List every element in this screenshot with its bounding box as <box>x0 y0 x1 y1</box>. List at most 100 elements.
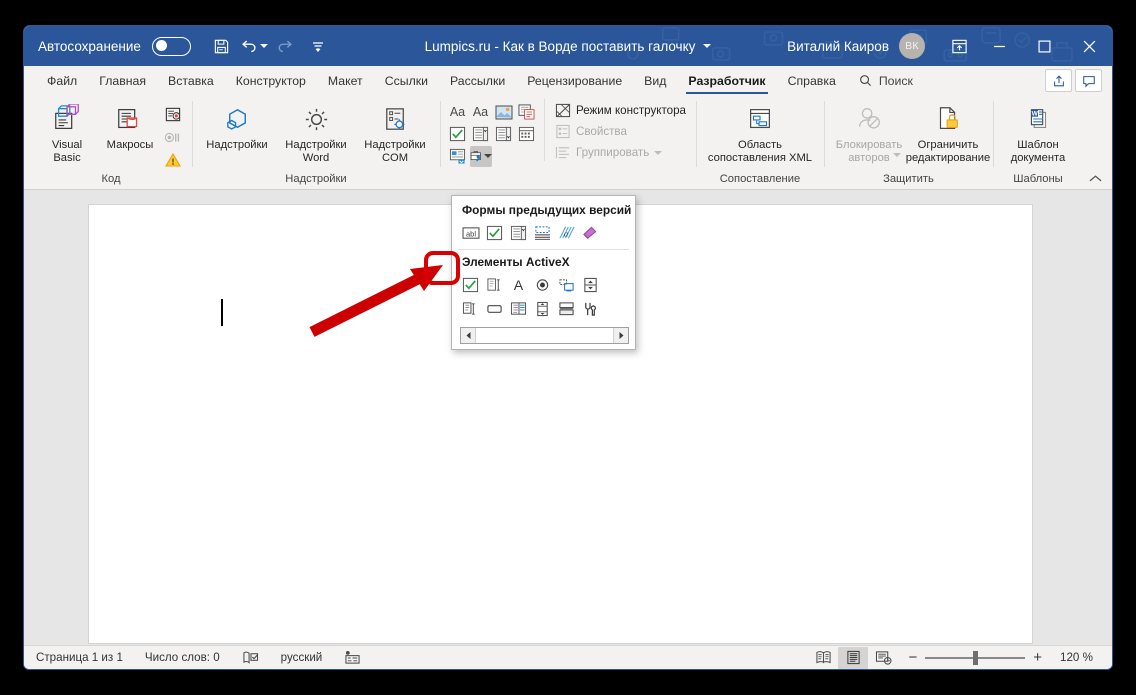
word-add-ins-label: Надстройки Word <box>285 139 347 164</box>
zoom-out-button[interactable]: − <box>908 650 917 665</box>
activex-command-button-icon[interactable]: A <box>508 275 529 296</box>
check-box-content-control-icon[interactable] <box>447 124 469 145</box>
customize-quick-access-icon[interactable] <box>303 32 333 60</box>
activex-image-icon[interactable] <box>556 299 577 320</box>
zoom-control: − + 120 % <box>908 650 1102 665</box>
ribbon-group-label-protect: Защитить <box>883 173 934 185</box>
close-button[interactable] <box>1067 26 1112 66</box>
page-indicator[interactable]: Страница 1 из 1 <box>36 651 123 664</box>
legacy-insert-frame-icon[interactable] <box>532 223 553 244</box>
print-layout-view-button[interactable] <box>838 646 869 669</box>
accessibility-checker-icon[interactable] <box>344 650 361 665</box>
pause-recording-icon <box>162 129 186 146</box>
word-count[interactable]: Число слов: 0 <box>145 651 220 664</box>
tab-file[interactable]: Файл <box>36 66 88 95</box>
legacy-form-field-shading-icon[interactable]: a <box>556 223 577 244</box>
group-label: Группировать <box>576 146 650 159</box>
activex-label-icon[interactable] <box>508 299 529 320</box>
avatar[interactable]: ВК <box>899 33 925 59</box>
autosave-toggle[interactable] <box>151 36 191 56</box>
activex-scroll-bar-icon[interactable] <box>532 299 553 320</box>
document-template-button[interactable]: W Шаблон документа <box>999 99 1077 164</box>
legacy-check-box-form-field-icon[interactable] <box>484 223 505 244</box>
tab-developer[interactable]: Разработчик <box>677 66 776 95</box>
activex-list-box-icon[interactable] <box>556 275 577 296</box>
zoom-slider[interactable] <box>925 650 1026 665</box>
date-picker-content-control-icon[interactable] <box>516 124 538 145</box>
read-mode-view-button[interactable] <box>808 647 838 669</box>
share-icon[interactable] <box>1045 69 1072 92</box>
dropdown-horizontal-scrollbar[interactable] <box>460 327 629 344</box>
svg-text:a: a <box>564 228 568 238</box>
combo-box-content-control-icon[interactable] <box>470 124 492 145</box>
scroll-right-arrow-icon[interactable] <box>613 328 628 343</box>
activex-option-button-icon[interactable] <box>532 275 553 296</box>
com-add-ins-button[interactable]: Надстройки COM <box>356 99 434 164</box>
visual-basic-button[interactable]: Visual Basic <box>36 99 98 164</box>
legacy-text-form-field-icon[interactable]: abl <box>460 223 481 244</box>
collapse-ribbon-button[interactable] <box>1086 169 1104 187</box>
tab-mailings[interactable]: Рассылки <box>439 66 516 95</box>
zoom-percentage[interactable]: 120 % <box>1060 651 1102 664</box>
group-chevron-icon <box>654 150 663 155</box>
picture-content-control-icon[interactable] <box>493 102 515 123</box>
tabs-right-buttons <box>1045 66 1112 95</box>
web-layout-view-button[interactable] <box>868 647 898 669</box>
save-icon[interactable] <box>207 32 237 60</box>
design-mode-button[interactable]: Режим конструктора <box>553 102 690 119</box>
record-macro-icon[interactable] <box>162 105 186 124</box>
legacy-tools-icon[interactable] <box>469 145 492 167</box>
controls-gallery: Aa Aa <box>446 99 538 167</box>
rich-text-content-control-icon[interactable]: Aa <box>447 102 469 123</box>
drop-down-list-content-control-icon[interactable] <box>493 124 515 145</box>
ribbon-display-options-icon[interactable] <box>941 26 977 66</box>
maximize-button[interactable] <box>1022 26 1067 66</box>
restrict-editing-button[interactable]: Ограничить редактирование <box>905 99 991 164</box>
scrollbar-track[interactable] <box>476 328 613 343</box>
dropdown-section-title-legacy-forms: Формы предыдущих версий <box>462 203 632 217</box>
autosave-label: Автосохранение <box>38 38 141 54</box>
tab-help[interactable]: Справка <box>777 66 847 95</box>
activex-check-box-icon[interactable] <box>460 275 481 296</box>
tab-references[interactable]: Ссылки <box>374 66 439 95</box>
properties-label: Свойства <box>576 125 627 138</box>
legacy-drop-down-form-field-icon[interactable] <box>508 223 529 244</box>
com-add-ins-label: Надстройки COM <box>364 139 426 164</box>
building-block-gallery-icon[interactable] <box>516 102 538 123</box>
scroll-left-arrow-icon[interactable] <box>461 328 476 343</box>
tab-layout[interactable]: Макет <box>317 66 374 95</box>
repeating-section-content-control-icon[interactable] <box>447 146 469 167</box>
macro-security-icon[interactable] <box>162 151 186 169</box>
search-box[interactable]: Поиск <box>847 66 923 95</box>
tab-design[interactable]: Конструктор <box>225 66 317 95</box>
plain-text-content-control-icon[interactable]: Aa <box>470 102 492 123</box>
macros-button[interactable]: Макросы <box>99 99 161 152</box>
tab-home[interactable]: Главная <box>88 66 157 95</box>
restrict-editing-label: Ограничить редактирование <box>905 139 991 164</box>
xml-mapping-pane-button[interactable]: Область сопоставления XML <box>702 99 818 164</box>
comments-icon[interactable] <box>1075 69 1102 92</box>
zoom-slider-thumb[interactable] <box>973 650 979 665</box>
activex-combo-box-icon[interactable] <box>460 299 481 320</box>
minimize-button[interactable] <box>977 26 1022 66</box>
dropdown-row-legacy-forms: abl a <box>452 221 635 245</box>
tab-view[interactable]: Вид <box>633 66 677 95</box>
activex-more-controls-icon[interactable] <box>580 299 601 320</box>
tab-insert[interactable]: Вставка <box>157 66 225 95</box>
activex-text-box-icon[interactable] <box>484 275 505 296</box>
language-indicator[interactable]: русский <box>281 651 323 664</box>
proofing-errors-icon[interactable] <box>242 650 259 665</box>
document-title: Lumpics.ru - Как в Ворде поставить галоч… <box>424 38 696 54</box>
word-add-ins-button[interactable]: Надстройки Word <box>277 99 355 164</box>
activex-toggle-button-icon[interactable] <box>484 299 505 320</box>
add-ins-button[interactable]: Надстройки <box>198 99 276 152</box>
tab-review[interactable]: Рецензирование <box>516 66 633 95</box>
document-title-button[interactable]: Lumpics.ru - Как в Ворде поставить галоч… <box>425 39 712 54</box>
undo-icon[interactable] <box>239 32 269 60</box>
zoom-in-button[interactable]: + <box>1033 650 1042 665</box>
legacy-reset-form-fields-icon[interactable] <box>580 223 601 244</box>
ribbon-group-label-addins: Надстройки <box>285 173 347 185</box>
activex-spin-button-icon[interactable] <box>580 275 601 296</box>
document-title-chevron-icon[interactable] <box>703 44 712 48</box>
legacy-tools-chevron-icon[interactable] <box>483 154 492 158</box>
